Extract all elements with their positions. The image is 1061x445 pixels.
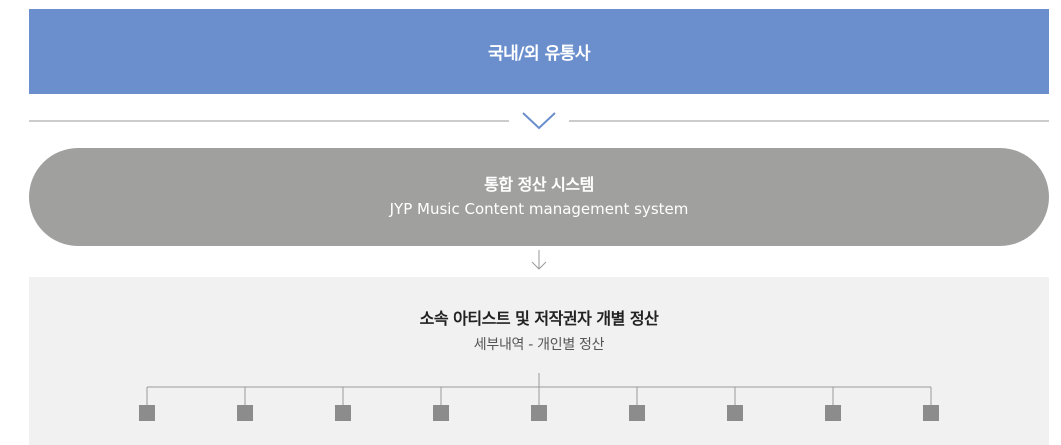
leaf-node-1	[139, 405, 155, 421]
arrow-down-icon	[531, 250, 547, 270]
chevron-down-icon	[522, 112, 556, 130]
individual-settlement-panel: 소속 아티스트 및 저작권자 개별 정산 세부내역 - 개인별 정산	[29, 277, 1049, 445]
leaf-node-6	[629, 405, 645, 421]
divider-with-chevron	[29, 112, 1049, 130]
leaf-node-5	[531, 405, 547, 421]
leaf-node-3	[335, 405, 351, 421]
settlement-tree	[139, 373, 939, 421]
distributor-banner: 국내/외 유통사	[29, 9, 1049, 94]
distributor-label: 국내/외 유통사	[488, 44, 590, 64]
system-title: 통합 정산 시스템	[484, 175, 594, 194]
leaf-node-7	[727, 405, 743, 421]
leaf-node-9	[923, 405, 939, 421]
leaf-node-4	[433, 405, 449, 421]
leaf-node-2	[237, 405, 253, 421]
leaf-node-8	[825, 405, 841, 421]
integrated-settlement-system: 통합 정산 시스템 JYP Music Content management s…	[29, 148, 1049, 246]
system-subtitle: JYP Music Content management system	[389, 200, 689, 218]
